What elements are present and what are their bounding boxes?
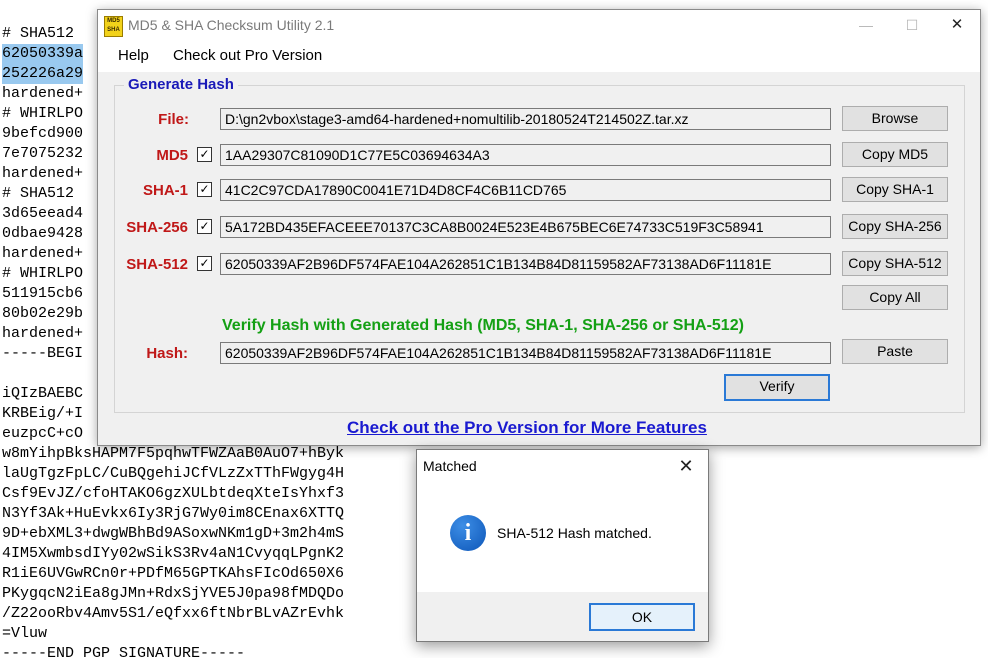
verify-heading: Verify Hash with Generated Hash (MD5, SH… — [222, 317, 744, 334]
file-path-field[interactable]: D:\gn2vbox\stage3-amd64-hardened+nomulti… — [220, 108, 831, 130]
text-line-content: hardened+ — [2, 325, 84, 342]
text-line-content: 4IM5XwmbsdIYy02wSikS3Rv4aN1CvyqqLPgnK2 — [2, 545, 345, 562]
copy-sha1-button[interactable]: Copy SHA-1 — [842, 177, 948, 202]
copy-md5-button[interactable]: Copy MD5 — [842, 142, 948, 167]
text-line-content: # SHA512 — [2, 25, 75, 42]
hash-label: Hash: — [146, 345, 188, 362]
sha1-checkbox[interactable]: ✓ — [197, 182, 212, 197]
text-line-content: -----END PGP SIGNATURE----- — [2, 645, 246, 658]
sha1-label: SHA-1 — [142, 182, 188, 199]
text-line-content: PKygqcN2iEa8gJMn+RdxSjYVE5J0pa98fMDQDo — [2, 585, 345, 602]
text-line-content: 9befcd900 — [2, 125, 84, 142]
text-line-content: KRBEig/+I — [2, 405, 84, 422]
text-line-content: -----BEGI — [2, 345, 84, 362]
text-line-content: 252226a29 — [2, 64, 84, 84]
dialog-message: SHA-512 Hash matched. — [497, 525, 652, 541]
verify-button[interactable]: Verify — [724, 374, 830, 401]
title-bar[interactable]: MD5 SHA MD5 & SHA Checksum Utility 2.1 —… — [98, 10, 980, 41]
sha512-label: SHA-512 — [126, 256, 188, 273]
text-line: -----END PGP SIGNATURE----- — [0, 644, 988, 658]
text-line-content: 80b02e29b — [2, 305, 84, 322]
menu-item-help[interactable]: Help — [118, 47, 149, 64]
ok-button[interactable]: OK — [589, 603, 695, 631]
group-title: Generate Hash — [124, 76, 238, 93]
sha1-hash-field[interactable]: 41C2C97CDA17890C0041E71D4D8CF4C6B11CD765 — [220, 179, 831, 201]
copy-sha256-button[interactable]: Copy SHA-256 — [842, 214, 948, 239]
text-line-content: iQIzBAEBC — [2, 385, 84, 402]
md5-label: MD5 — [156, 147, 188, 164]
menu-item-pro-version[interactable]: Check out Pro Version — [173, 47, 322, 64]
text-line-content: # WHIRLPO — [2, 265, 84, 282]
text-line-content: 0dbae9428 — [2, 225, 84, 242]
maximize-button[interactable]: ☐ — [889, 10, 935, 41]
verify-hash-input[interactable]: 62050339AF2B96DF574FAE104A262851C1B134B8… — [220, 342, 831, 364]
text-line-content: 62050339a — [2, 44, 84, 64]
text-line-content: =Vluw — [2, 625, 48, 642]
browse-button[interactable]: Browse — [842, 106, 948, 131]
sha256-label: SHA-256 — [126, 219, 188, 236]
app-icon-text-bottom: SHA — [107, 27, 120, 33]
dialog-footer: OK — [417, 592, 708, 641]
checksum-utility-window: MD5 SHA MD5 & SHA Checksum Utility 2.1 —… — [97, 9, 981, 446]
text-line-content: w8mYihpBksHAPM7F5pqhwTFWZAaB0AuO7+hByk — [2, 445, 345, 462]
sha256-checkbox[interactable]: ✓ — [197, 219, 212, 234]
copy-sha512-button[interactable]: Copy SHA-512 — [842, 251, 948, 276]
text-line-content: hardened+ — [2, 245, 84, 262]
text-line-content: # SHA512 — [2, 185, 75, 202]
menu-bar: Help Check out Pro Version — [98, 41, 980, 72]
text-line-content: # WHIRLPO — [2, 105, 84, 122]
sha512-checkbox[interactable]: ✓ — [197, 256, 212, 271]
minimize-button[interactable]: — — [843, 10, 889, 41]
matched-dialog: Matched ✕ i SHA-512 Hash matched. OK — [416, 449, 709, 642]
dialog-close-button[interactable]: ✕ — [667, 452, 705, 480]
text-line-content: euzpcC+cO — [2, 425, 84, 442]
md5-hash-field[interactable]: 1AA29307C81090D1C77E5C03694634A3 — [220, 144, 831, 166]
text-line-content: 3d65eead4 — [2, 205, 84, 222]
copy-all-button[interactable]: Copy All — [842, 285, 948, 310]
pro-version-link[interactable]: Check out the Pro Version for More Featu… — [347, 418, 707, 438]
md5-checkbox[interactable]: ✓ — [197, 147, 212, 162]
text-line-content: N3Yf3Ak+HuEvkx6Iy3RjG7Wy0im8CEnax6XTTQ — [2, 505, 345, 522]
sha512-hash-field[interactable]: 62050339AF2B96DF574FAE104A262851C1B134B8… — [220, 253, 831, 275]
dialog-title: Matched — [423, 458, 477, 474]
text-line-content: 7e7075232 — [2, 145, 84, 162]
text-line-content: 9D+ebXML3+dwgWBhBd9ASoxwNKm1gD+3m2h4mS — [2, 525, 345, 542]
text-line-content: hardened+ — [2, 165, 84, 182]
file-label: File: — [158, 111, 189, 128]
text-line-content: laUgTgzFpLC/CuBQgehiJCfVLzZxTThFWgyg4H — [2, 465, 345, 482]
sha256-hash-field[interactable]: 5A172BD435EFACEEE70137C3CA8B0024E523E4B6… — [220, 216, 831, 238]
app-icon: MD5 SHA — [104, 16, 123, 37]
generate-hash-group: Generate Hash File: D:\gn2vbox\stage3-am… — [114, 76, 965, 413]
window-title: MD5 & SHA Checksum Utility 2.1 — [128, 17, 335, 33]
app-icon-text-top: MD5 — [107, 18, 120, 24]
info-icon: i — [450, 515, 486, 551]
text-line-content: 511915cb6 — [2, 285, 84, 302]
text-line-content: Csf9EvJZ/cfoHTAKO6gzXULbtdeqXteIsYhxf3 — [2, 485, 345, 502]
paste-button[interactable]: Paste — [842, 339, 948, 364]
text-line-content: R1iE6UVGwRCn0r+PDfM65GPTKAhsFIcOd650X6 — [2, 565, 345, 582]
close-button[interactable]: ✕ — [934, 10, 980, 41]
text-line-content: /Z22ooRbv4Amv5S1/eQfxx6ftNbrBLvAZrEvhk — [2, 605, 345, 622]
text-line-content: hardened+ — [2, 85, 84, 102]
